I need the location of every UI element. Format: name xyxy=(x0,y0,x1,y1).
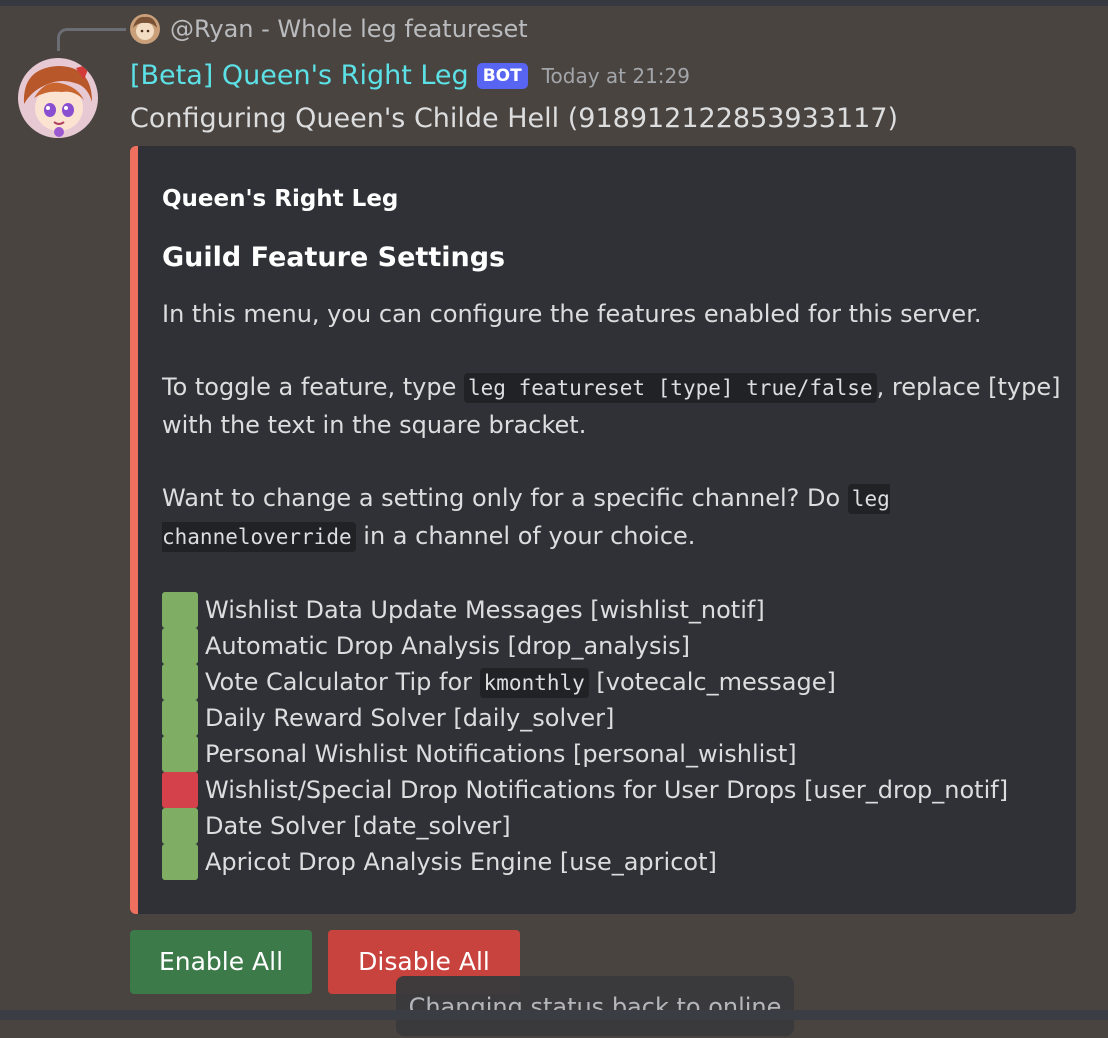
status-toast: Changing status back to online xyxy=(396,976,794,1036)
enable-all-button[interactable]: Enable All xyxy=(130,930,312,994)
reply-text[interactable]: @Ryan - Whole leg featureset xyxy=(170,12,528,46)
para2-text: To toggle a feature, type xyxy=(162,373,465,401)
reply-spine xyxy=(57,28,126,51)
embed-title: Guild Feature Settings xyxy=(162,242,506,273)
feature-label: Date Solver [date_solver] xyxy=(205,812,511,840)
feature-label: Wishlist/Special Drop Notifications for … xyxy=(205,776,1009,804)
feature-item: Vote Calculator Tip for kmonthly [voteca… xyxy=(162,664,1062,700)
avatar[interactable] xyxy=(18,58,98,138)
inline-code: kmonthly xyxy=(479,668,589,698)
para3-text-after: in a channel of your choice. xyxy=(355,522,696,550)
reply-avatar[interactable] xyxy=(130,14,160,44)
embed-author: Queen's Right Leg xyxy=(162,186,399,212)
inline-code: leg featureset [type] true/false xyxy=(464,373,877,403)
enabled-status-icon xyxy=(162,844,198,880)
username[interactable]: [Beta] Queen's Right Leg xyxy=(130,58,469,94)
feature-label: Wishlist Data Update Messages [wishlist_… xyxy=(205,596,765,624)
feature-label: Daily Reward Solver [daily_solver] xyxy=(205,704,615,732)
embed-para-2: To toggle a feature, type leg featureset… xyxy=(162,369,1062,444)
para3-text: Want to change a setting only for a spec… xyxy=(162,484,848,512)
feature-item: Automatic Drop Analysis [drop_analysis] xyxy=(162,628,1062,664)
bot-tag: BOT xyxy=(476,63,528,89)
timestamp[interactable]: Today at 21:29 xyxy=(542,64,690,88)
embed-description: In this menu, you can configure the feat… xyxy=(162,296,1062,880)
disabled-status-icon xyxy=(162,772,198,808)
enabled-status-icon xyxy=(162,628,198,664)
feature-item: Apricot Drop Analysis Engine [use_aprico… xyxy=(162,844,1062,880)
bottom-bar xyxy=(0,1010,1108,1020)
embed-para-3: Want to change a setting only for a spec… xyxy=(162,480,1062,556)
enabled-status-icon xyxy=(162,700,198,736)
feature-item: Personal Wishlist Notifications [persona… xyxy=(162,736,1062,772)
feature-item: Wishlist Data Update Messages [wishlist_… xyxy=(162,592,1062,628)
top-bar xyxy=(0,0,1108,6)
feature-label-after: [votecalc_message] xyxy=(588,668,836,696)
enabled-status-icon xyxy=(162,736,198,772)
feature-list: Wishlist Data Update Messages [wishlist_… xyxy=(162,592,1062,880)
feature-label: Automatic Drop Analysis [drop_analysis] xyxy=(205,632,690,660)
feature-label: Vote Calculator Tip for xyxy=(205,668,480,696)
feature-label: Apricot Drop Analysis Engine [use_aprico… xyxy=(205,848,717,876)
enabled-status-icon xyxy=(162,808,198,844)
enabled-status-icon xyxy=(162,664,198,700)
embed-para-1: In this menu, you can configure the feat… xyxy=(162,300,982,328)
message-content: Configuring Queen's Childe Hell (9189121… xyxy=(130,103,899,134)
feature-label: Personal Wishlist Notifications [persona… xyxy=(205,740,797,768)
embed: Queen's Right Leg Guild Feature Settings… xyxy=(130,146,1076,914)
feature-item: Daily Reward Solver [daily_solver] xyxy=(162,700,1062,736)
message-header: [Beta] Queen's Right Leg BOT Today at 21:2… xyxy=(130,58,690,98)
feature-item: Wishlist/Special Drop Notifications for … xyxy=(162,772,1062,808)
enabled-status-icon xyxy=(162,592,198,628)
feature-item: Date Solver [date_solver] xyxy=(162,808,1062,844)
